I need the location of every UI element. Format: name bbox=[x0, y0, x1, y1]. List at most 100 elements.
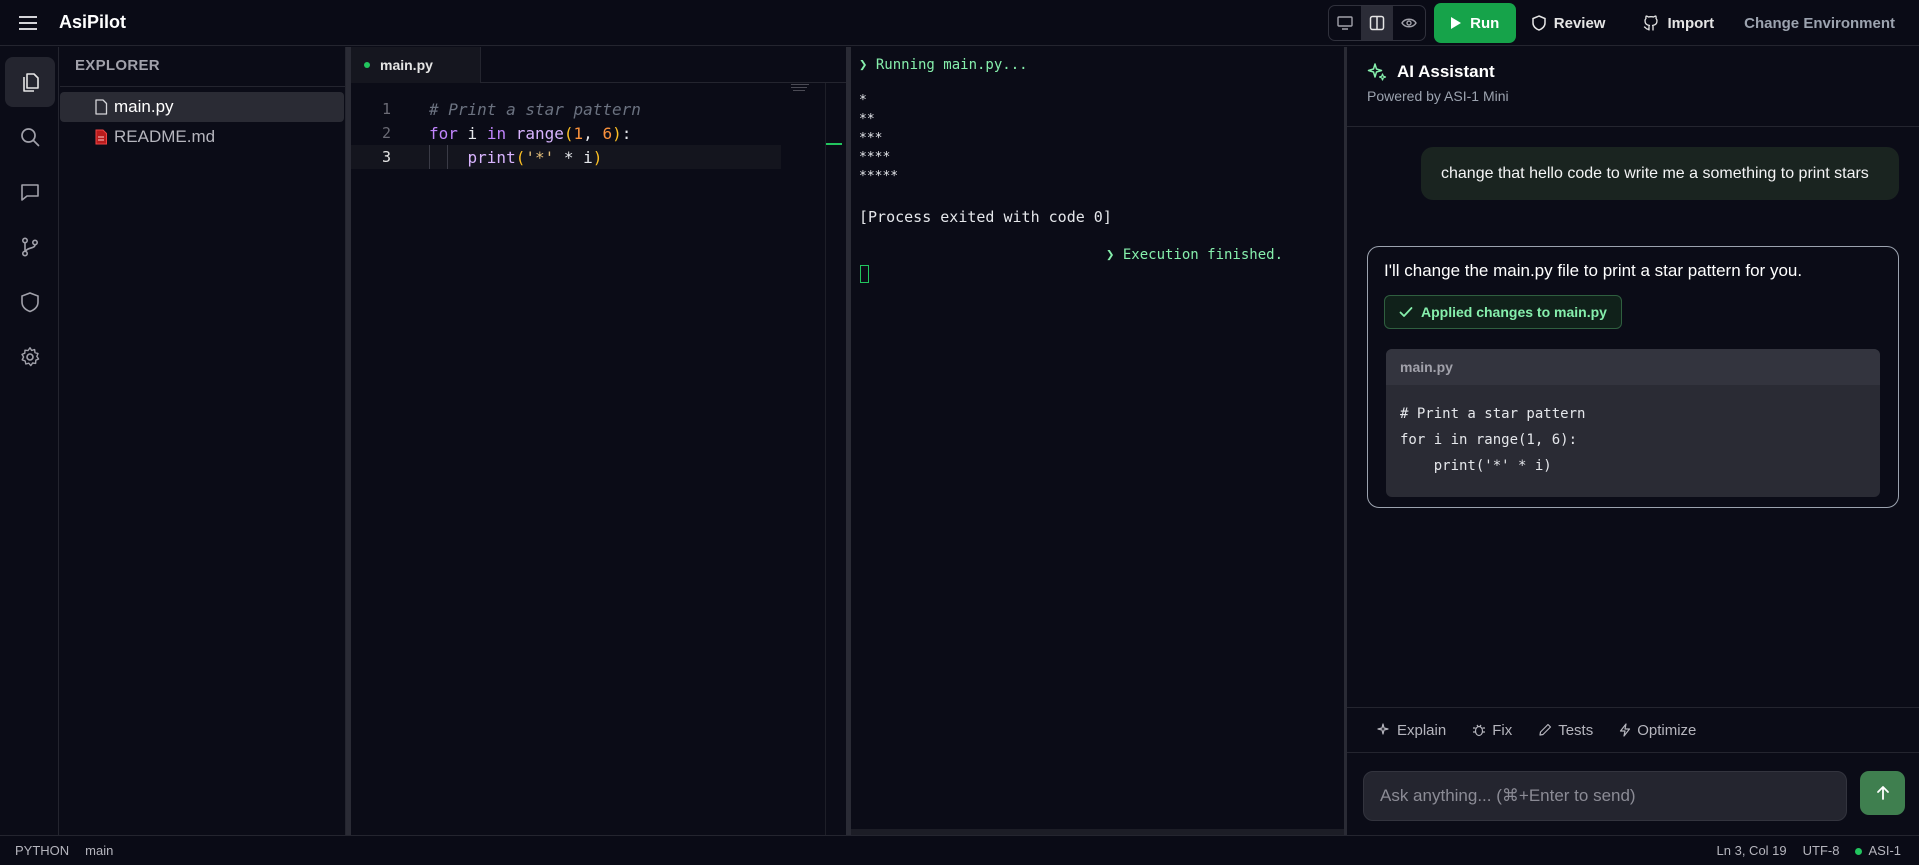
status-model-label: ASI-1 bbox=[1868, 843, 1901, 858]
code-editor: main.py 1 # Print a star pattern 2 for i… bbox=[351, 47, 846, 835]
minimap[interactable] bbox=[789, 83, 813, 93]
applied-changes-badge: Applied changes to main.py bbox=[1384, 295, 1622, 329]
code-line: 1 # Print a star pattern bbox=[351, 97, 826, 121]
activity-search[interactable] bbox=[5, 112, 55, 162]
explain-label: Explain bbox=[1397, 721, 1447, 739]
monitor-icon bbox=[1337, 16, 1353, 30]
status-cursor-position[interactable]: Ln 3, Col 19 bbox=[1717, 843, 1787, 858]
sparkles-icon bbox=[1367, 63, 1387, 81]
code-line-current: 3 print('*' * i) bbox=[351, 145, 781, 169]
import-button[interactable]: Import bbox=[1643, 15, 1714, 32]
scroll-indicator bbox=[826, 143, 842, 145]
optimize-button[interactable]: Optimize bbox=[1619, 722, 1696, 739]
pencil-icon bbox=[1539, 723, 1552, 736]
code-area[interactable]: 1 # Print a star pattern 2 for i in rang… bbox=[351, 97, 826, 169]
fix-label: Fix bbox=[1492, 721, 1513, 739]
assistant-title: AI Assistant bbox=[1397, 62, 1495, 81]
assistant-header: AI Assistant Powered by ASI-1 Mini bbox=[1347, 47, 1919, 127]
file-name: main.py bbox=[114, 97, 174, 116]
activity-settings[interactable] bbox=[5, 332, 55, 382]
play-icon bbox=[1451, 17, 1462, 29]
code-text: print('*' * i) bbox=[467, 147, 603, 167]
chat-input[interactable] bbox=[1363, 771, 1847, 821]
view-desktop-button[interactable] bbox=[1329, 6, 1361, 40]
review-button[interactable]: Review bbox=[1532, 15, 1605, 32]
code-snippet-filename: main.py bbox=[1386, 349, 1880, 385]
file-name: README.md bbox=[114, 127, 216, 146]
tab-label: main.py bbox=[380, 57, 433, 73]
line-number: 1 bbox=[381, 100, 391, 118]
file-item-main-py[interactable]: main.py bbox=[60, 92, 344, 122]
tests-button[interactable]: Tests bbox=[1538, 722, 1593, 739]
activity-bar bbox=[0, 47, 59, 835]
git-branch-icon bbox=[21, 237, 39, 257]
line-number: 2 bbox=[381, 124, 391, 142]
activity-security[interactable] bbox=[5, 277, 55, 327]
lightning-icon bbox=[1620, 723, 1631, 737]
terminal-exit-line: [Process exited with code 0] bbox=[859, 208, 1112, 226]
status-dot bbox=[1855, 848, 1863, 855]
code-snippet-card: main.py # Print a star pattern for i in … bbox=[1386, 349, 1880, 497]
code-text: # Print a star pattern bbox=[429, 99, 641, 119]
file-icon bbox=[95, 99, 108, 115]
eye-icon bbox=[1400, 18, 1417, 28]
bug-icon bbox=[1473, 724, 1486, 737]
toolbar: Run Review Import Change Environment bbox=[1327, 0, 1919, 46]
run-button[interactable]: Run bbox=[1433, 3, 1516, 43]
sparkles-icon bbox=[1377, 723, 1389, 735]
run-label: Run bbox=[1470, 14, 1500, 32]
terminal-running-line: ❯ Running main.py... bbox=[859, 57, 1028, 73]
app-title: AsiPilot bbox=[59, 12, 127, 32]
explain-button[interactable]: Explain bbox=[1377, 722, 1446, 739]
shield-icon bbox=[21, 292, 39, 313]
line-number: 3 bbox=[381, 148, 391, 166]
hamburger-icon bbox=[19, 15, 37, 30]
terminal-output-line: * bbox=[859, 93, 867, 108]
github-icon bbox=[1644, 15, 1659, 31]
code-text: for i in range(1, 6): bbox=[429, 123, 632, 143]
terminal-output-line: ***** bbox=[859, 169, 899, 184]
applied-label: Applied changes to main.py bbox=[1421, 304, 1607, 320]
columns-icon bbox=[1369, 15, 1385, 31]
status-language[interactable]: PYTHON bbox=[15, 843, 69, 858]
chat-icon bbox=[21, 184, 39, 201]
terminal-output-line: *** bbox=[859, 131, 883, 146]
code-snippet: # Print a star pattern for i in range(1,… bbox=[1400, 406, 1586, 474]
quick-actions: Explain Fix Tests Optimize bbox=[1347, 707, 1919, 753]
ai-message-text: I'll change the main.py file to print a … bbox=[1384, 261, 1803, 280]
terminal-cursor bbox=[860, 265, 869, 283]
view-preview-button[interactable] bbox=[1393, 6, 1425, 40]
files-icon bbox=[23, 73, 39, 92]
user-message: change that hello code to write me a som… bbox=[1421, 147, 1899, 200]
arrow-up-icon bbox=[1876, 786, 1889, 800]
terminal-output[interactable]: ❯ Running main.py... * ** *** **** *****… bbox=[851, 47, 1344, 835]
file-item-readme-md[interactable]: README.md bbox=[60, 122, 344, 152]
status-model[interactable]: ASI-1 bbox=[1855, 843, 1901, 858]
status-encoding[interactable]: UTF-8 bbox=[1803, 843, 1840, 858]
ai-assistant-panel: AI Assistant Powered by ASI-1 Mini chang… bbox=[1347, 47, 1919, 835]
send-button[interactable] bbox=[1860, 771, 1905, 815]
fix-button[interactable]: Fix bbox=[1472, 722, 1512, 739]
modified-dot bbox=[364, 62, 370, 68]
activity-source-control[interactable] bbox=[5, 222, 55, 272]
check-icon bbox=[1399, 307, 1413, 317]
shield-icon bbox=[1532, 15, 1546, 31]
menu-button[interactable] bbox=[0, 0, 56, 46]
tab-main-py[interactable]: main.py bbox=[351, 47, 481, 83]
change-environment-button[interactable]: Change Environment bbox=[1744, 15, 1895, 32]
status-branch[interactable]: main bbox=[85, 843, 113, 858]
explorer-panel: EXPLORER main.py README.md bbox=[60, 47, 346, 835]
activity-explorer[interactable] bbox=[5, 57, 55, 107]
ai-message: I'll change the main.py file to print a … bbox=[1367, 246, 1899, 508]
gear-icon bbox=[21, 347, 40, 367]
assistant-subtitle: Powered by ASI-1 Mini bbox=[1367, 88, 1509, 104]
explorer-title: EXPLORER bbox=[60, 47, 345, 87]
search-icon bbox=[21, 128, 40, 147]
terminal-output-line: **** bbox=[859, 150, 891, 165]
terminal-finished-line: ❯ Execution finished. bbox=[1106, 247, 1284, 263]
editor-tabs: main.py bbox=[351, 47, 846, 83]
optimize-label: Optimize bbox=[1637, 721, 1697, 739]
view-toggle bbox=[1327, 5, 1426, 41]
activity-chat[interactable] bbox=[5, 167, 55, 217]
view-split-button[interactable] bbox=[1360, 6, 1393, 40]
